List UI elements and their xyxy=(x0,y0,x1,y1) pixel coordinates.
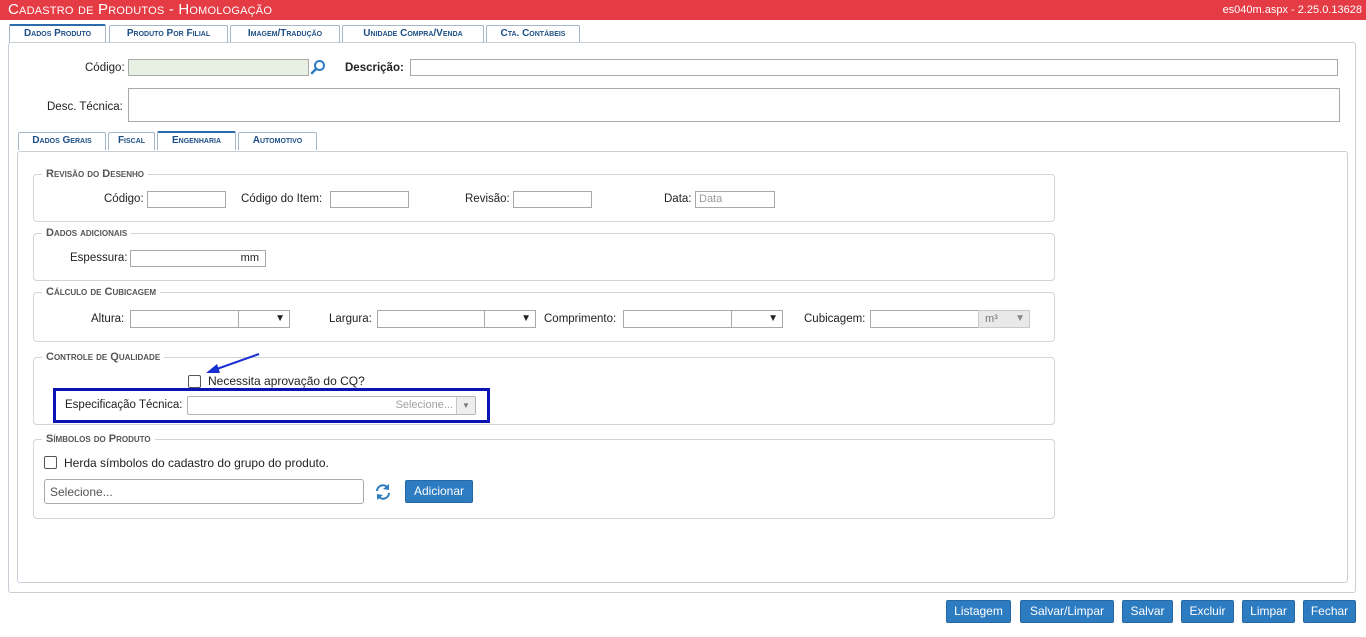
simbolos-select-placeholder: Selecione... xyxy=(50,485,113,499)
limpar-button[interactable]: Limpar xyxy=(1242,600,1295,623)
tab-imagem-traducao[interactable]: Imagem/Tradução xyxy=(230,25,340,43)
page-title: Cadastro de Produtos - Homologação xyxy=(8,1,273,18)
version-label: es040m.aspx - 2.25.0.13628 xyxy=(1222,4,1362,16)
search-icon[interactable] xyxy=(310,59,326,75)
descricao-input[interactable] xyxy=(410,59,1338,76)
desc-tecnica-label: Desc. Técnica: xyxy=(47,101,123,113)
espec-tecnica-label: Especificação Técnica: xyxy=(65,399,183,411)
comprimento-label: Comprimento: xyxy=(544,313,617,325)
chevron-down-icon: ▼ xyxy=(768,313,778,324)
espec-tecnica-select[interactable]: Selecione... ▼ xyxy=(187,396,476,415)
rev-data-label: Data: xyxy=(664,193,692,205)
desc-tecnica-textarea[interactable] xyxy=(128,88,1340,122)
salvar-limpar-button[interactable]: Salvar/Limpar xyxy=(1020,600,1114,623)
chevron-down-icon: ▼ xyxy=(521,313,531,324)
espessura-input[interactable]: mm xyxy=(130,250,266,267)
simbolos-legend: Símbolos do Produto xyxy=(42,433,155,445)
tab-unidade-compra-venda[interactable]: Unidade Compra/Venda xyxy=(342,25,484,43)
comprimento-input[interactable] xyxy=(623,310,732,328)
subtab-dados-gerais[interactable]: Dados Gerais xyxy=(18,132,106,150)
herda-simbolos-label: Herda símbolos do cadastro do grupo do p… xyxy=(64,456,329,470)
cubicagem-label: Cubicagem: xyxy=(804,313,866,325)
herda-simbolos-checkbox[interactable] xyxy=(44,456,57,469)
espec-tecnica-placeholder: Selecione... xyxy=(395,399,453,411)
adicionar-button[interactable]: Adicionar xyxy=(405,480,473,503)
codigo-input[interactable] xyxy=(128,59,309,76)
chevron-down-icon: ▼ xyxy=(1015,313,1025,324)
annotation-arrow-icon xyxy=(206,353,260,373)
listagem-button[interactable]: Listagem xyxy=(946,600,1011,623)
salvar-button[interactable]: Salvar xyxy=(1122,600,1173,623)
largura-unit-select[interactable]: ▼ xyxy=(484,310,536,328)
chevron-down-icon[interactable]: ▼ xyxy=(456,397,475,414)
revisao-legend: Revisão do Desenho xyxy=(42,168,149,180)
descricao-label: Descrição: xyxy=(345,62,404,74)
rev-codigo-item-input[interactable] xyxy=(330,191,409,208)
dados-adicionais-legend: Dados adicionais xyxy=(42,227,132,239)
rev-data-placeholder: Data xyxy=(699,193,723,205)
cubicagem-input[interactable] xyxy=(870,310,979,328)
tab-dados-produto[interactable]: Dados Produto xyxy=(9,24,106,43)
rev-codigo-item-label: Código do Item: xyxy=(241,193,323,205)
tab-produto-por-filial[interactable]: Produto Por Filial xyxy=(109,25,228,43)
rev-revisao-label: Revisão: xyxy=(465,193,510,205)
subtab-engenharia[interactable]: Engenharia xyxy=(157,131,236,150)
rev-codigo-input[interactable] xyxy=(147,191,226,208)
cubicagem-unit-select: m³ ▼ xyxy=(978,310,1030,328)
excluir-button[interactable]: Excluir xyxy=(1181,600,1234,623)
chevron-down-icon: ▼ xyxy=(275,313,285,324)
altura-unit-select[interactable]: ▼ xyxy=(238,310,290,328)
largura-label: Largura: xyxy=(329,313,372,325)
cubicagem-unit-value: m³ xyxy=(985,313,998,325)
title-bar: Cadastro de Produtos - Homologação es040… xyxy=(0,0,1366,20)
tab-cta-contabeis[interactable]: Cta. Contábeis xyxy=(486,25,580,43)
rev-revisao-input[interactable] xyxy=(513,191,592,208)
refresh-icon[interactable] xyxy=(374,483,392,501)
largura-input[interactable] xyxy=(377,310,485,328)
espessura-unit: mm xyxy=(240,252,259,264)
qualidade-legend: Controle de Qualidade xyxy=(42,351,165,363)
rev-data-input[interactable]: Data xyxy=(695,191,775,208)
espessura-label: Espessura: xyxy=(70,252,128,264)
comprimento-unit-select[interactable]: ▼ xyxy=(731,310,783,328)
subtab-automotivo[interactable]: Automotivo xyxy=(238,132,317,150)
rev-codigo-label: Código: xyxy=(104,193,144,205)
altura-input[interactable] xyxy=(130,310,239,328)
subtab-fiscal[interactable]: Fiscal xyxy=(108,132,155,150)
altura-label: Altura: xyxy=(91,313,125,325)
codigo-label: Código: xyxy=(85,62,125,74)
cubicagem-legend: Cálculo de Cubicagem xyxy=(42,286,160,298)
simbolos-select[interactable]: Selecione... xyxy=(44,479,364,504)
fechar-button[interactable]: Fechar xyxy=(1303,600,1356,623)
